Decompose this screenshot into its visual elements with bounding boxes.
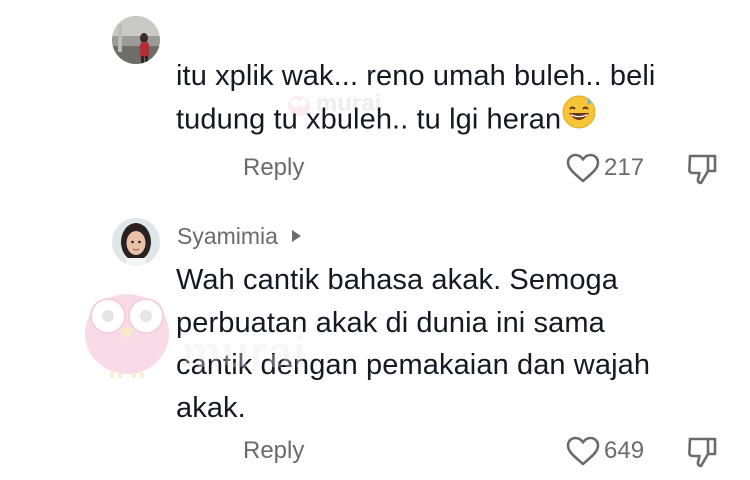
heart-outline-icon (566, 153, 600, 183)
dislike-button[interactable] (686, 435, 718, 474)
comment-line: tudung tu xbuleh.. tu lgi heran (176, 94, 655, 145)
like-count: 217 (604, 154, 645, 181)
thumbs-down-icon (688, 437, 717, 468)
reply-button[interactable]: Reply (243, 437, 304, 465)
like-count: 649 (604, 437, 645, 464)
comment-text: itu xplik wak... reno umah buleh.. beli … (176, 56, 655, 145)
dislike-button[interactable] (686, 152, 718, 191)
sweat-smile-emoji-icon (561, 94, 597, 142)
watermark-text: murai (182, 328, 307, 377)
like-button[interactable]: 649 (566, 436, 644, 466)
thumbs-down-icon (688, 154, 717, 185)
avatar[interactable] (112, 16, 160, 64)
comments-page: murai itu xplik wak... reno umah buleh..… (0, 0, 750, 480)
comment-line: Wah cantik bahasa akak. Semoga (176, 264, 619, 296)
comment-line: itu xplik wak... reno umah buleh.. beli (176, 60, 656, 92)
username-link[interactable]: Syamimia (177, 220, 301, 252)
avatar[interactable] (112, 218, 160, 266)
owl-watermark-icon (82, 282, 172, 383)
like-button[interactable]: 217 (566, 153, 644, 183)
caret-right-icon (291, 230, 301, 242)
comment-line-text: tudung tu xbuleh.. tu lgi heran (176, 103, 562, 136)
username-text: Syamimia (177, 222, 278, 249)
heart-outline-icon (566, 436, 600, 466)
reply-button[interactable]: Reply (243, 154, 304, 182)
comment-line: akak. (176, 391, 246, 424)
